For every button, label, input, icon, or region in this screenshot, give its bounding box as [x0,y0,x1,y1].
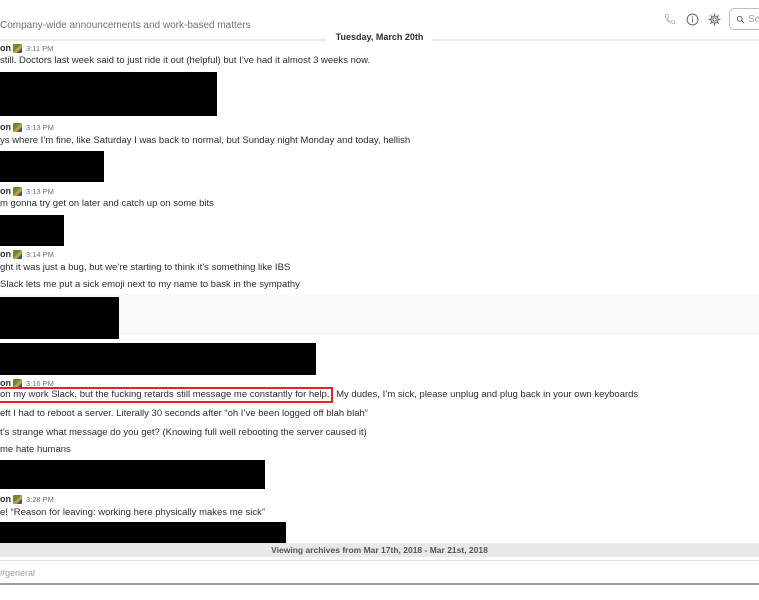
author-name[interactable]: on [0,249,11,259]
header-actions: Se [663,8,759,30]
message-text: me hate humans [0,444,71,455]
message-text: eft I had to reboot a server. Literally … [0,408,368,419]
message-header: on 3:13 PM [0,121,54,133]
message-text: on my work Slack, but the fucking retard… [0,387,639,403]
message-text-rest: My dudes, I’m sick, please unplug and pl… [333,389,639,400]
status-emoji-icon [13,494,22,504]
status-emoji-icon [13,249,22,259]
message-text: ys where I’m fine, like Saturday I was b… [0,135,411,146]
search-input[interactable]: Se [729,8,759,30]
date-divider: Tuesday, March 20th [0,32,759,46]
redacted-block [0,343,316,375]
message-text: still. Doctors last week said to just ri… [0,55,371,66]
status-emoji-icon [13,186,22,196]
message-text: t’s strange what message do you get? (Kn… [0,427,367,438]
redacted-block [0,522,286,543]
author-name[interactable]: on [0,494,11,504]
gear-icon[interactable] [707,12,721,26]
redacted-block [0,297,119,339]
message-feed: on 3:11 PM still. Doctors last week said… [0,0,759,545]
redacted-block [0,460,265,489]
timestamp[interactable]: 3:14 PM [26,250,54,259]
timestamp[interactable]: 3:28 PM [26,495,54,504]
info-icon[interactable] [685,12,699,26]
search-placeholder: Se [748,13,759,25]
message-header: on 3:13 PM [0,185,54,197]
message-input[interactable]: #general [0,560,759,585]
message-text: m gonna try get on later and catch up on… [0,198,214,209]
message-input-placeholder: #general [0,568,36,578]
highlighted-text: on my work Slack, but the fucking retard… [0,387,334,403]
date-label[interactable]: Tuesday, March 20th [325,32,434,42]
timestamp[interactable]: 3:13 PM [26,123,54,132]
author-name[interactable]: on [0,122,11,132]
message-text: ght it was just a bug, but we’re startin… [0,262,291,273]
search-icon [736,15,745,23]
message-text: e! “Reason for leaving: working here phy… [0,507,266,518]
message-header: on 3:14 PM [0,248,54,260]
archive-banner: Viewing archives from Mar 17th, 2018 - M… [0,543,759,557]
phone-icon[interactable] [663,12,677,26]
timestamp[interactable]: 3:13 PM [26,187,54,196]
redacted-block [0,72,217,116]
message-text: Slack lets me put a sick emoji next to m… [0,279,300,290]
redacted-block [0,151,104,182]
message-header: on 3:28 PM [0,493,54,505]
author-name[interactable]: on [0,186,11,196]
status-emoji-icon [13,122,22,132]
channel-description[interactable]: Company-wide announcements and work-base… [0,20,251,31]
redacted-block [0,215,64,246]
